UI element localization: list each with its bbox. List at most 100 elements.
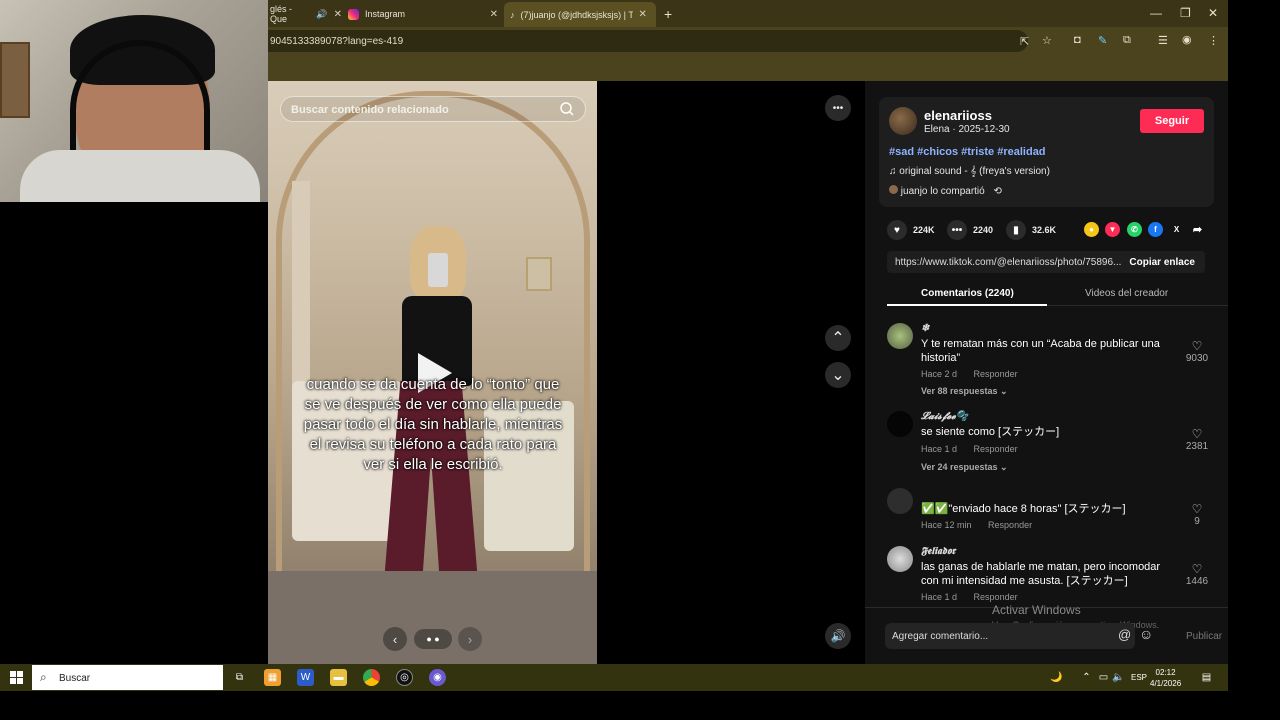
restore-icon[interactable]: ❐ <box>1180 6 1191 20</box>
avatar[interactable] <box>887 411 913 437</box>
active-tab-indicator <box>887 304 1047 306</box>
store-icon[interactable]: ▦ <box>264 669 281 686</box>
reply-button[interactable]: Responder <box>988 520 1032 530</box>
chevron-up-icon[interactable]: ⌃ <box>825 325 851 351</box>
like-stat[interactable]: ♥ 224K <box>887 220 935 240</box>
comment-like[interactable]: ♡ 1446 <box>1177 562 1217 587</box>
new-tab-button[interactable]: + <box>664 4 672 24</box>
minimize-icon[interactable]: — <box>1150 6 1162 20</box>
copy-link-button[interactable]: Copiar enlace <box>1129 257 1195 268</box>
sound-row[interactable]: ♫ original sound - 𝄞 (freya's version) <box>889 166 1050 177</box>
volume-icon[interactable]: 🔊 <box>825 623 851 649</box>
related-search-input[interactable]: Buscar contenido relacionado <box>280 96 586 122</box>
comment-author[interactable]: 𝓛𝓪𝓲𝓼𝓯𝓮𝓮🫧 <box>921 411 968 422</box>
comment-text: ✅✅"enviado hace 8 horas" [ステッカー] <box>921 503 1126 515</box>
post-detail-panel: elenariioss Elena · 2025-12-30 Seguir #s… <box>865 81 1228 664</box>
heart-icon[interactable]: ♥ <box>887 220 907 240</box>
facebook-icon[interactable]: f <box>1148 222 1163 237</box>
whatsapp-icon[interactable]: ✆ <box>1127 222 1142 237</box>
language-indicator[interactable]: ESP <box>1131 673 1147 682</box>
tab-translate[interactable]: glés - Que 🔊 ✕ <box>270 4 342 24</box>
address-bar[interactable]: 9045133389078?lang=es-419 <box>268 30 1028 52</box>
comment-stat[interactable]: ••• 2240 <box>947 220 993 240</box>
comment-like[interactable]: ♡ 9030 <box>1177 339 1217 364</box>
emoji-icon[interactable]: ☺ <box>1139 626 1153 642</box>
reply-button[interactable]: Responder <box>974 369 1018 379</box>
floor-rug <box>268 571 597 664</box>
close-window-icon[interactable]: ✕ <box>1208 6 1218 20</box>
repost-icon: ⟲ <box>993 186 1002 197</box>
reply-button[interactable]: Responder <box>974 444 1018 454</box>
bookmark-icon[interactable]: ▮ <box>1006 220 1026 240</box>
save-stat[interactable]: ▮ 32.6K <box>1006 220 1056 240</box>
publish-button[interactable]: Publicar <box>1186 631 1222 642</box>
menu-kebab-icon[interactable]: ⋮ <box>1208 34 1219 47</box>
phone <box>428 253 448 287</box>
file-explorer-icon[interactable]: ▬ <box>330 669 347 686</box>
hashtags[interactable]: #sad #chicos #triste #realidad <box>889 146 1046 158</box>
close-icon[interactable]: ✕ <box>490 9 498 20</box>
tab-tiktok[interactable]: ♪ (7)juanjo (@jdhdksjsksjs) | TikTo ✕ <box>504 2 656 27</box>
windows-start-icon[interactable] <box>10 671 23 684</box>
volume-tray-icon[interactable]: 🔈 <box>1110 669 1127 686</box>
task-view-icon[interactable]: ⧉ <box>231 669 248 686</box>
notifications-icon[interactable]: ▤ <box>1198 669 1215 686</box>
reading-list-icon[interactable]: ☰ <box>1158 34 1168 47</box>
screen: glés - Que 🔊 ✕ Instagram ✕ ♪ (7)juanjo (… <box>0 0 1280 720</box>
chrome-icon[interactable] <box>363 669 380 686</box>
app-icon[interactable]: ◉ <box>429 669 446 686</box>
extensions-puzzle-icon[interactable]: ⧉ <box>1123 34 1131 47</box>
next-photo-icon[interactable]: › <box>458 627 482 651</box>
follow-button[interactable]: Seguir <box>1140 109 1204 133</box>
word-icon[interactable]: W <box>297 669 314 686</box>
comment-author[interactable]: 𝕱𝖊𝖑𝖎𝖆𝖉𝖔𝖗 <box>921 546 955 557</box>
share-arrow-icon[interactable]: ➦ <box>1190 222 1205 237</box>
search-icon[interactable] <box>559 101 575 117</box>
username[interactable]: elenariioss <box>924 108 992 123</box>
view-replies-button[interactable]: Ver 88 respuestas ⌄ <box>921 386 1008 397</box>
prev-photo-icon[interactable]: ‹ <box>383 627 407 651</box>
taskbar-search[interactable]: ⌕ Buscar <box>32 665 223 690</box>
profile-icon[interactable]: ◉ <box>1182 33 1192 46</box>
translate-extension-icon[interactable]: ✎ <box>1098 34 1107 47</box>
install-icon[interactable]: ⇱ <box>1020 35 1029 48</box>
avatar[interactable] <box>889 107 917 135</box>
bookmark-star-icon[interactable]: ☆ <box>1042 34 1052 47</box>
chevron-down-icon[interactable]: ⌄ <box>825 362 851 388</box>
post-photo[interactable]: Buscar contenido relacionado cuando se d… <box>268 81 597 664</box>
post-link[interactable]: https://www.tiktok.com/@elenariioss/phot… <box>895 257 1121 268</box>
clock[interactable]: 02:12 4/1/2026 <box>1150 667 1181 689</box>
heart-outline-icon[interactable]: ♡ <box>1177 339 1217 353</box>
x-icon[interactable]: X <box>1169 222 1184 237</box>
mention-icon[interactable]: @ <box>1118 627 1131 642</box>
heart-outline-icon[interactable]: ♡ <box>1177 562 1217 576</box>
tab-creator-videos[interactable]: Videos del creador <box>1085 288 1168 299</box>
music-note-icon: ♫ <box>889 166 900 177</box>
avatar[interactable] <box>887 488 913 514</box>
weather-icon[interactable]: 🌙 <box>1048 669 1065 686</box>
comment-input[interactable]: Agregar comentario... <box>885 623 1135 649</box>
comment-icon[interactable]: ••• <box>947 220 967 240</box>
close-icon[interactable]: ✕ <box>334 9 342 20</box>
close-icon[interactable]: ✕ <box>639 9 647 20</box>
obs-icon[interactable]: ◎ <box>396 669 413 686</box>
reply-button[interactable]: Responder <box>974 592 1018 602</box>
comment-like[interactable]: ♡ 9 <box>1177 502 1217 527</box>
tab-comments[interactable]: Comentarios (2240) <box>921 288 1014 299</box>
coin-icon[interactable]: ● <box>1084 222 1099 237</box>
extension-icon[interactable]: ◘ <box>1074 34 1081 46</box>
comment-placeholder: Agregar comentario... <box>892 631 989 642</box>
heart-outline-icon[interactable]: ♡ <box>1177 502 1217 516</box>
tray-chevron-icon[interactable]: ⌃ <box>1078 669 1095 686</box>
comment-author[interactable]: ❄ <box>921 323 929 334</box>
heart-outline-icon[interactable]: ♡ <box>1177 427 1217 441</box>
repost-share-icon[interactable]: ▼ <box>1105 222 1120 237</box>
avatar[interactable] <box>887 546 913 572</box>
view-replies-button[interactable]: Ver 24 respuestas ⌄ <box>921 462 1008 473</box>
tab-instagram[interactable]: Instagram ✕ <box>348 4 498 24</box>
comment-like-count: 2381 <box>1185 441 1209 452</box>
comment-like[interactable]: ♡ 2381 <box>1177 427 1217 452</box>
tab-label: glés - Que <box>270 4 293 24</box>
more-options-icon[interactable]: ••• <box>825 95 851 121</box>
avatar[interactable] <box>887 323 913 349</box>
